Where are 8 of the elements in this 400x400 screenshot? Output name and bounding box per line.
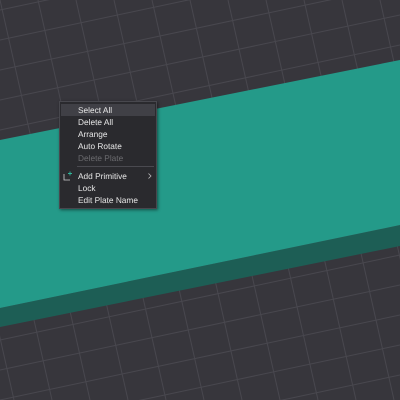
menu-item[interactable]: Arrange [61, 128, 155, 140]
menu-item[interactable]: Auto Rotate [61, 140, 155, 152]
menu-item[interactable]: Add Primitive [61, 170, 155, 182]
menu-item[interactable]: Delete All [61, 116, 155, 128]
menu-item[interactable]: Edit Plate Name [61, 194, 155, 206]
menu-item[interactable]: Lock [61, 182, 155, 194]
menu-item[interactable]: Select All [61, 104, 155, 116]
add-shape-icon [63, 171, 73, 181]
